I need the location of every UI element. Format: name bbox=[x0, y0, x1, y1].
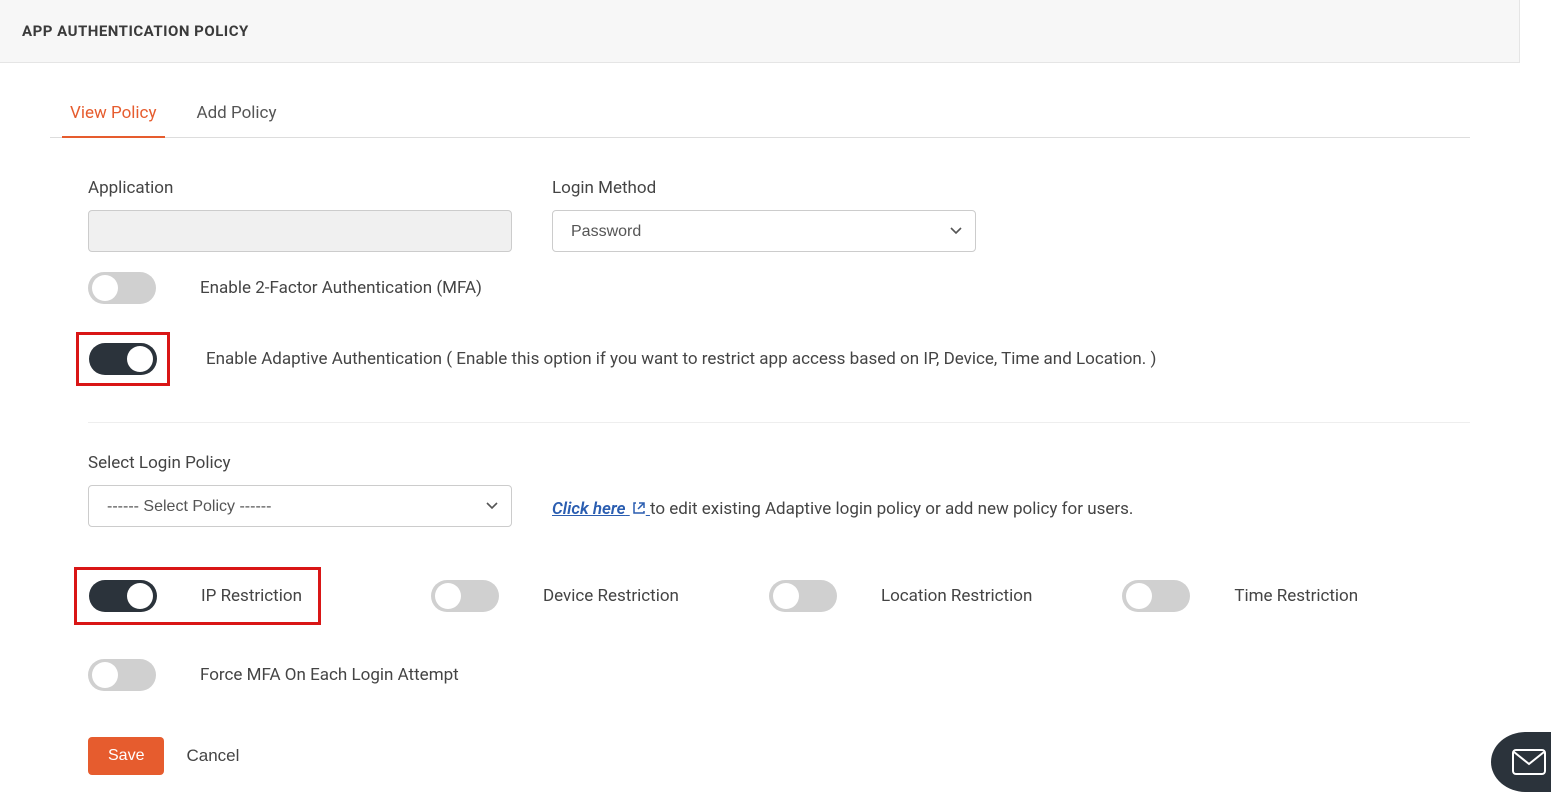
device-restriction-toggle[interactable] bbox=[431, 580, 499, 612]
adaptive-toggle-highlight bbox=[76, 332, 170, 386]
contact-fab[interactable] bbox=[1491, 732, 1551, 792]
cancel-button[interactable]: Cancel bbox=[186, 746, 239, 766]
page-title: APP AUTHENTICATION POLICY bbox=[22, 22, 1497, 40]
login-method-label: Login Method bbox=[552, 178, 976, 198]
ip-restriction-label: IP Restriction bbox=[201, 586, 302, 606]
location-restriction-toggle[interactable] bbox=[769, 580, 837, 612]
edit-policy-link[interactable]: Click here bbox=[552, 499, 650, 519]
content-area: View Policy Add Policy Application Login… bbox=[0, 63, 1520, 775]
policy-hint: Click here to edit existing Adaptive log… bbox=[552, 499, 1133, 527]
select-login-policy-label: Select Login Policy bbox=[88, 453, 1470, 473]
adaptive-auth-toggle[interactable] bbox=[89, 343, 157, 375]
location-restriction-label: Location Restriction bbox=[881, 586, 1032, 606]
force-mfa-toggle[interactable] bbox=[88, 659, 156, 691]
policy-hint-text: to edit existing Adaptive login policy o… bbox=[650, 499, 1133, 519]
time-restriction-label: Time Restriction bbox=[1234, 586, 1358, 606]
application-input[interactable] bbox=[88, 210, 512, 252]
ip-restriction-toggle[interactable] bbox=[89, 580, 157, 612]
force-mfa-label: Force MFA On Each Login Attempt bbox=[200, 665, 459, 685]
mail-icon bbox=[1512, 749, 1546, 775]
time-restriction-toggle[interactable] bbox=[1122, 580, 1190, 612]
application-label: Application bbox=[88, 178, 512, 198]
login-method-select[interactable]: Password bbox=[552, 210, 976, 252]
adaptive-auth-label: Enable Adaptive Authentication ( Enable … bbox=[206, 349, 1156, 369]
device-restriction-label: Device Restriction bbox=[543, 586, 679, 606]
edit-policy-link-text: Click here bbox=[552, 499, 626, 519]
form: Application Login Method Password Enable… bbox=[50, 178, 1470, 775]
mfa-toggle[interactable] bbox=[88, 272, 156, 304]
save-button[interactable]: Save bbox=[88, 737, 164, 775]
ip-restriction-highlight: IP Restriction bbox=[74, 567, 321, 625]
tabs: View Policy Add Policy bbox=[50, 103, 1470, 138]
tab-add-policy[interactable]: Add Policy bbox=[197, 103, 277, 137]
external-link-icon bbox=[632, 501, 646, 515]
tab-view-policy[interactable]: View Policy bbox=[70, 103, 157, 137]
login-policy-select[interactable]: ------ Select Policy ------ bbox=[88, 485, 512, 527]
page-header: APP AUTHENTICATION POLICY bbox=[0, 0, 1520, 63]
mfa-toggle-label: Enable 2-Factor Authentication (MFA) bbox=[200, 278, 482, 298]
divider bbox=[88, 422, 1470, 423]
